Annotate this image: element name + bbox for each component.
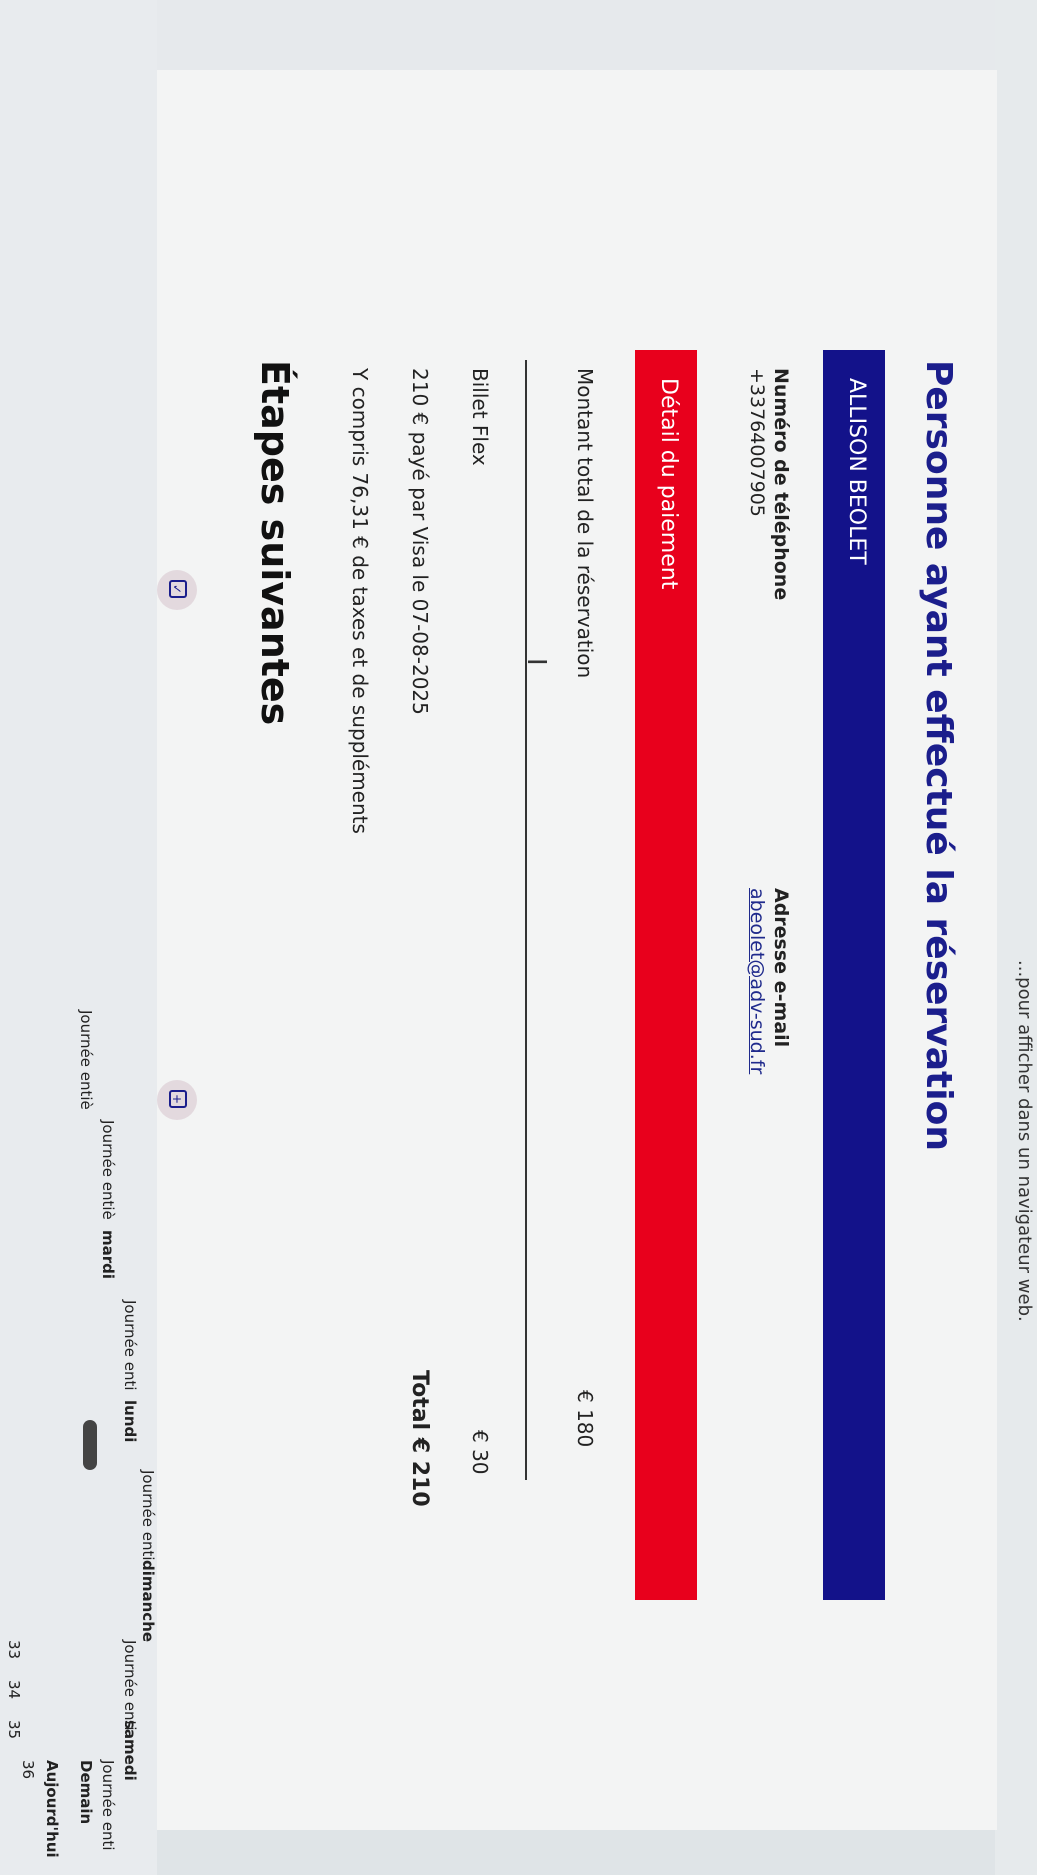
total-amount: € 180	[573, 1390, 597, 1448]
more-sub: Journée entiè	[77, 1010, 95, 1110]
payment-banner: Détail du paiement	[635, 350, 697, 1600]
browser-hint-text: ...pour afficher dans un navigateur web.	[1014, 960, 1035, 1322]
booker-section-title: Personne ayant effectué la réservation	[918, 360, 959, 1151]
ticket-label: Billet Flex	[468, 368, 492, 466]
mail-button[interactable]: ✓	[157, 570, 197, 610]
tuesday-label[interactable]: mardi	[99, 1230, 117, 1279]
week-number: 35	[5, 1720, 23, 1740]
tomorrow-label[interactable]: Demain	[77, 1760, 95, 1824]
tomorrow-sub: Journée enti	[99, 1760, 117, 1851]
monday-sub: Journée enti	[121, 1300, 139, 1391]
email-block: Adresse e-mail abeolet@adv-sud.fr	[746, 888, 792, 1074]
booker-name-banner: ALLISON BEOLET	[823, 350, 885, 1600]
taxes-line: Y compris 76,31 € de taxes et de supplém…	[348, 368, 372, 834]
browser-hint-strip: ...pour afficher dans un navigateur web.	[995, 0, 1037, 1875]
text-cursor-icon: I	[521, 658, 551, 666]
ticket-amount: € 30	[468, 1430, 492, 1475]
phone-value: +33764007905	[746, 368, 768, 517]
sunday-sub: Journée enti	[139, 1470, 157, 1561]
week-number: 36	[19, 1760, 37, 1780]
sunday-label[interactable]: dimanche	[139, 1560, 157, 1642]
monday-label[interactable]: lundi	[121, 1400, 139, 1442]
phone-block: Numéro de téléphone +33764007905	[746, 368, 792, 600]
calendar-sidebar: 33 34 35 36 Aujourd'hui Demain Journée e…	[0, 0, 157, 1875]
today-label[interactable]: Aujourd'hui	[43, 1760, 61, 1858]
email-link[interactable]: abeolet@adv-sud.fr	[746, 888, 768, 1074]
scroll-marker[interactable]	[83, 1420, 97, 1470]
total-label: Montant total de la réservation	[573, 368, 597, 679]
divider	[525, 360, 527, 1480]
booker-name: ALLISON BEOLET	[844, 378, 869, 565]
week-number: 34	[5, 1680, 23, 1700]
next-steps-title: Étapes suivantes	[253, 360, 297, 726]
grand-total: Total € 210	[407, 1370, 432, 1507]
phone-label: Numéro de téléphone	[770, 368, 792, 601]
mail-check-icon: ✓	[169, 580, 187, 598]
paid-line: 210 € payé par Visa le 07-08-2025	[408, 368, 432, 715]
confirmation-card: Personne ayant effectué la réservation A…	[117, 70, 997, 1830]
calendar-add-icon: +	[169, 1090, 187, 1108]
calendar-button[interactable]: +	[157, 1080, 197, 1120]
payment-title: Détail du paiement	[656, 378, 681, 590]
saturday-sub: Journée enti	[121, 1640, 139, 1731]
tuesday-sub: Journée entiè	[99, 1120, 117, 1220]
week-number: 33	[5, 1640, 23, 1660]
email-label: Adresse e-mail	[770, 888, 792, 1048]
